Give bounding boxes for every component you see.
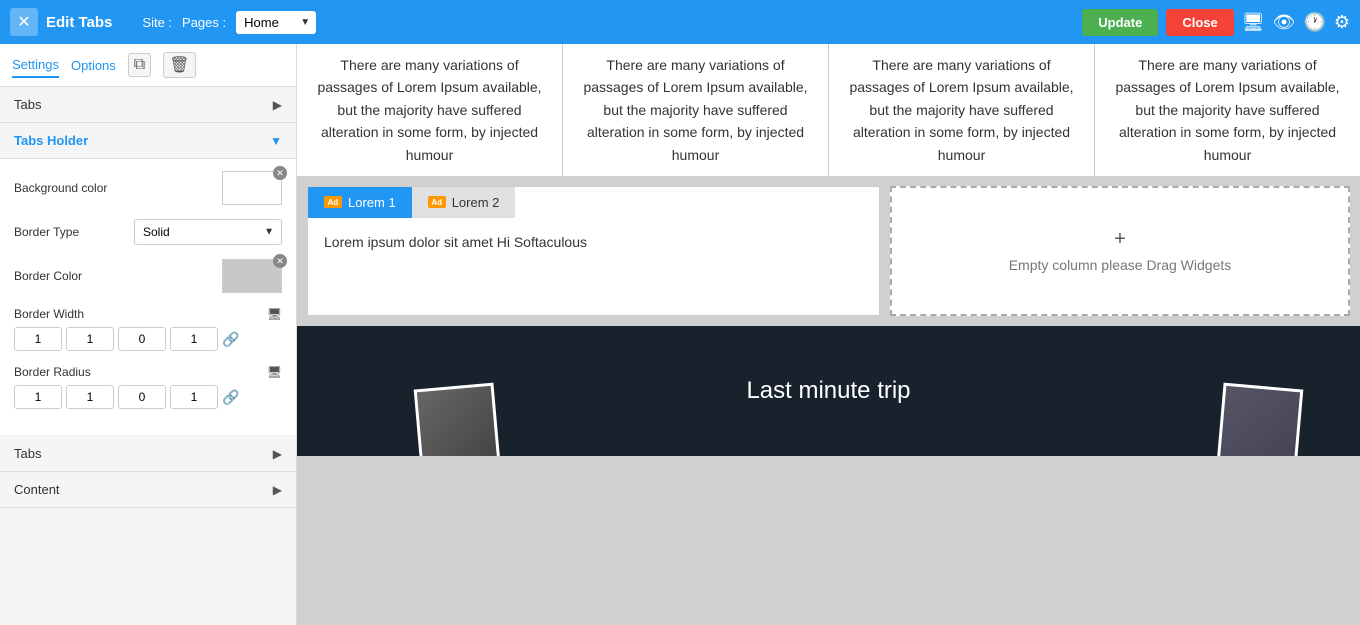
left-panel: Settings Options ⧉ 🗑 Tabs ▶ Tabs Holder … xyxy=(0,44,297,625)
tabs2-section-title: Tabs xyxy=(14,446,41,461)
photo-card-left xyxy=(414,383,501,456)
tabs-nav: Ad Lorem 1 Ad Lorem 2 xyxy=(308,187,879,218)
lorem-col-3: There are many variations of passages of… xyxy=(829,44,1095,176)
border-color-picker[interactable]: ✕ xyxy=(222,259,282,293)
tab-options[interactable]: Options xyxy=(71,54,116,77)
tabs-holder-section-header[interactable]: Tabs Holder ▼ xyxy=(0,123,296,159)
tabs-holder-arrow: ▼ xyxy=(270,134,282,148)
border-type-select[interactable]: None Solid Dashed Dotted xyxy=(134,219,282,245)
panel-tab-bar: Settings Options ⧉ 🗑 xyxy=(0,44,296,87)
panel-title-area: ✕ Edit Tabs xyxy=(10,8,112,36)
border-radius-bottom-left[interactable] xyxy=(170,385,218,409)
border-width-label: Border Width xyxy=(14,307,263,321)
empty-col-plus: + xyxy=(1114,228,1126,251)
tab2-label: Lorem 2 xyxy=(452,195,500,210)
lorem-col-2: There are many variations of passages of… xyxy=(563,44,829,176)
tab-btn-1[interactable]: Ad Lorem 1 xyxy=(308,187,412,218)
border-type-label: Border Type xyxy=(14,225,134,239)
border-width-inputs: 🔗 xyxy=(14,327,282,351)
tab-content: Lorem ipsum dolor sit amet Hi Softaculou… xyxy=(308,218,879,266)
border-width-bottom[interactable] xyxy=(118,327,166,351)
tab-content-text: Lorem ipsum dolor sit amet Hi Softaculou… xyxy=(324,234,587,250)
bg-color-picker[interactable]: ✕ xyxy=(222,171,282,205)
top-bar-right: Update Close 🖥 👁 🕐 ⚙ xyxy=(1082,9,1350,36)
border-width-top[interactable] xyxy=(14,327,62,351)
bg-color-row: Background color ✕ xyxy=(14,171,282,205)
border-radius-icon: 🖥 xyxy=(267,365,282,379)
border-radius-section: Border Radius 🖥 🔗 xyxy=(14,365,282,409)
border-radius-top-right[interactable] xyxy=(66,385,114,409)
pages-select[interactable]: Home About Contact xyxy=(236,11,316,34)
lorem-columns-row: There are many variations of passages of… xyxy=(297,44,1360,176)
border-color-row: Border Color ✕ xyxy=(14,259,282,293)
content-section-arrow: ▶ xyxy=(273,483,282,497)
content-section-title: Content xyxy=(14,482,60,497)
update-button[interactable]: Update xyxy=(1082,9,1158,36)
lorem-col-4: There are many variations of passages of… xyxy=(1095,44,1360,176)
tab1-ad-icon: Ad xyxy=(324,196,342,208)
tab-settings[interactable]: Settings xyxy=(12,53,59,78)
desktop-icon[interactable]: 🖥 xyxy=(1242,12,1265,33)
main-content-area: There are many variations of passages of… xyxy=(297,44,1360,625)
content-section-header[interactable]: Content ▶ xyxy=(0,472,296,508)
tabs2-section-header[interactable]: Tabs ▶ xyxy=(0,436,296,472)
border-radius-link-icon[interactable]: 🔗 xyxy=(222,389,239,406)
empty-column-widget[interactable]: + Empty column please Drag Widgets xyxy=(890,186,1350,316)
border-width-link-icon[interactable]: 🔗 xyxy=(222,331,239,348)
last-minute-text: Last minute trip xyxy=(746,377,910,405)
border-type-row: Border Type None Solid Dashed Dotted ▼ xyxy=(14,219,282,245)
border-width-right[interactable] xyxy=(66,327,114,351)
close-button[interactable]: Close xyxy=(1166,9,1233,36)
copy-button[interactable]: ⧉ xyxy=(128,53,151,77)
last-minute-section: Last minute trip xyxy=(297,326,1360,456)
history-icon[interactable]: 🕐 xyxy=(1303,12,1325,33)
site-label: Site : xyxy=(142,15,172,30)
panel-close-button[interactable]: ✕ xyxy=(10,8,38,36)
border-color-label: Border Color xyxy=(14,269,222,283)
tabs-widget: Ad Lorem 1 Ad Lorem 2 Lorem ipsum dolor … xyxy=(307,186,880,316)
panel-title: Edit Tabs xyxy=(46,14,112,31)
widget-row: Ad Lorem 1 Ad Lorem 2 Lorem ipsum dolor … xyxy=(297,176,1360,326)
tabs2-section-arrow: ▶ xyxy=(273,447,282,461)
empty-col-text: Empty column please Drag Widgets xyxy=(1009,257,1232,273)
tabs-holder-content: Background color ✕ Border Type None Soli… xyxy=(0,159,296,436)
tab-btn-2[interactable]: Ad Lorem 2 xyxy=(412,187,516,218)
border-radius-top-left[interactable] xyxy=(14,385,62,409)
tabs-section-arrow: ▶ xyxy=(273,98,282,112)
tabs-section-header[interactable]: Tabs ▶ xyxy=(0,87,296,123)
lorem-col-1: There are many variations of passages of… xyxy=(297,44,563,176)
border-radius-label: Border Radius xyxy=(14,365,263,379)
border-width-left[interactable] xyxy=(170,327,218,351)
top-bar: ✕ Edit Tabs Site : Pages : Home About Co… xyxy=(0,0,1360,44)
photo-card-right xyxy=(1217,383,1304,456)
sitemap-icon[interactable]: ⚙ xyxy=(1334,12,1350,33)
border-type-wrapper[interactable]: None Solid Dashed Dotted ▼ xyxy=(134,219,282,245)
pages-label: Pages : xyxy=(182,15,226,30)
tabs-section-title: Tabs xyxy=(14,97,41,112)
border-radius-inputs: 🔗 xyxy=(14,385,282,409)
border-radius-bottom-right[interactable] xyxy=(118,385,166,409)
top-bar-icons: 🖥 👁 🕐 ⚙ xyxy=(1242,12,1350,33)
eye-icon[interactable]: 👁 xyxy=(1273,12,1296,33)
bg-color-label: Background color xyxy=(14,181,222,195)
border-color-clear[interactable]: ✕ xyxy=(273,254,287,268)
trash-button[interactable]: 🗑 xyxy=(163,52,195,78)
pages-select-wrapper[interactable]: Home About Contact ▼ xyxy=(236,11,316,34)
tab2-ad-icon: Ad xyxy=(428,196,446,208)
tab1-label: Lorem 1 xyxy=(348,195,396,210)
tabs-holder-section-title: Tabs Holder xyxy=(14,133,88,148)
bg-color-clear[interactable]: ✕ xyxy=(273,166,287,180)
border-width-icon: 🖥 xyxy=(267,307,282,321)
border-width-section: Border Width 🖥 🔗 xyxy=(14,307,282,351)
